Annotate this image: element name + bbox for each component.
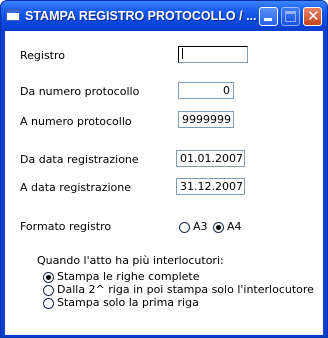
a-numero-label: A numero protocollo bbox=[20, 115, 132, 128]
radio-a4-label: A4 bbox=[227, 220, 242, 233]
radio-a3-label: A3 bbox=[193, 220, 208, 233]
da-numero-label: Da numero protocollo bbox=[20, 85, 140, 98]
close-button[interactable]: ✕ bbox=[303, 7, 322, 26]
radio-a3[interactable] bbox=[179, 222, 190, 233]
dialog-window: STAMPA REGISTRO PROTOCOLLO / ... ✕ Regis… bbox=[0, 0, 328, 338]
radio-dalla-seconda-riga-label: Dalla 2^ riga in poi stampa solo l'inter… bbox=[57, 283, 314, 296]
form-area: Registro Da numero protocollo 0 A numero… bbox=[5, 31, 323, 335]
form-icon[interactable] bbox=[6, 9, 20, 21]
da-data-input[interactable]: 01.01.2007 bbox=[176, 150, 245, 167]
radio-righe-complete-label: Stampa le righe complete bbox=[57, 270, 200, 283]
radio-prima-riga-label: Stampa solo la prima riga bbox=[57, 296, 199, 309]
registro-input[interactable] bbox=[178, 46, 248, 63]
maximize-icon bbox=[285, 11, 296, 22]
a-data-input[interactable]: 31.12.2007 bbox=[176, 178, 245, 195]
radio-a4[interactable] bbox=[213, 222, 224, 233]
window-title: STAMPA REGISTRO PROTOCOLLO / ... bbox=[25, 9, 257, 23]
da-data-label: Da data registrazione bbox=[20, 153, 139, 166]
registro-label: Registro bbox=[20, 49, 66, 62]
da-numero-input[interactable]: 0 bbox=[178, 82, 234, 99]
radio-dalla-seconda-riga[interactable] bbox=[43, 285, 54, 296]
title-bar[interactable]: STAMPA REGISTRO PROTOCOLLO / ... ✕ bbox=[1, 1, 327, 31]
minimize-icon bbox=[264, 18, 272, 21]
minimize-button[interactable] bbox=[259, 7, 278, 26]
interlocutori-label: Quando l'atto ha più interlocutori: bbox=[37, 254, 224, 267]
text-caret bbox=[182, 48, 183, 59]
a-numero-input[interactable]: 9999999 bbox=[178, 111, 234, 128]
a-data-label: A data registrazione bbox=[20, 181, 131, 194]
close-icon: ✕ bbox=[307, 7, 320, 25]
formato-label: Formato registro bbox=[20, 220, 112, 233]
radio-righe-complete[interactable] bbox=[43, 272, 54, 283]
maximize-button[interactable] bbox=[281, 7, 300, 26]
radio-prima-riga[interactable] bbox=[43, 298, 54, 309]
